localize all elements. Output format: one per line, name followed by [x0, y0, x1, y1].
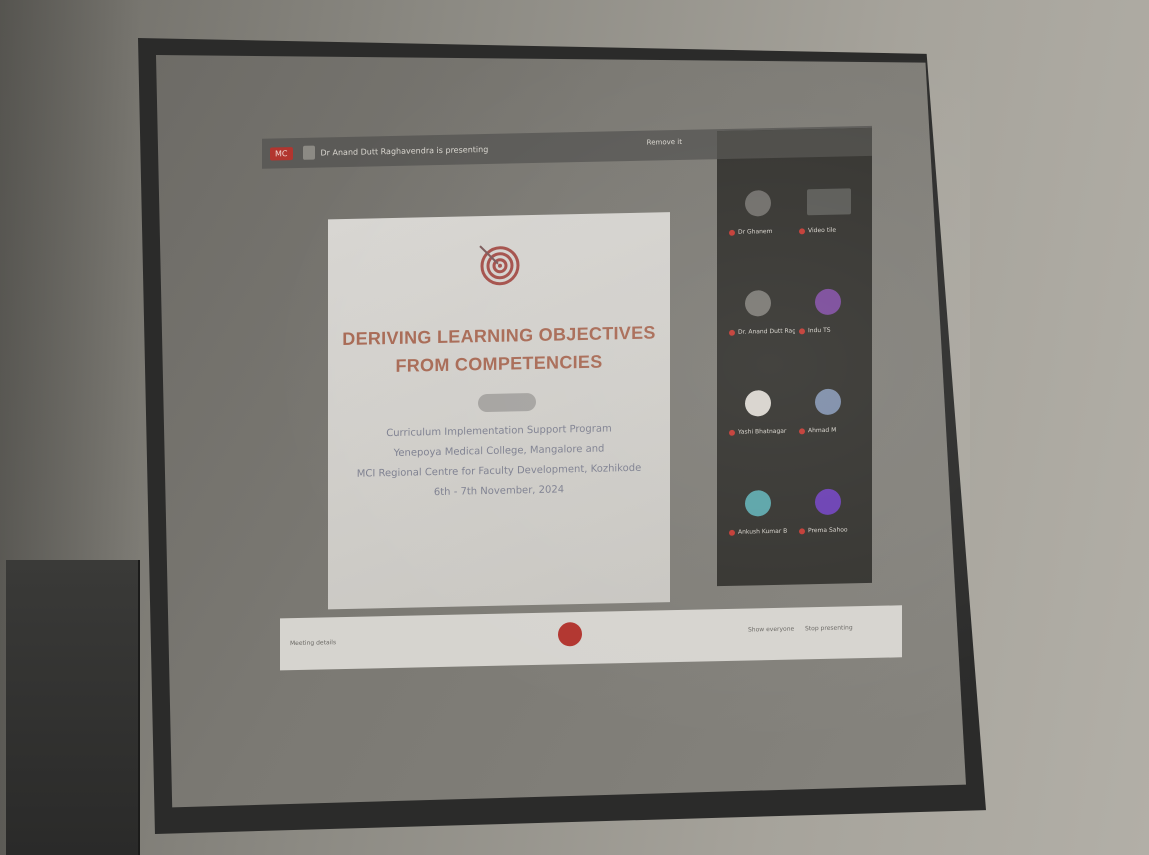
mic-muted-icon	[799, 327, 805, 334]
participant-tile[interactable]: Dr Ghanem	[725, 180, 795, 261]
avatar	[745, 190, 771, 217]
presenter-icon	[302, 145, 315, 160]
participant-name: Video tile	[808, 226, 837, 235]
meeting-details-label[interactable]: Meeting details	[290, 639, 336, 647]
projected-meeting-window: MC Dr Anand Dutt Raghavendra is presenti…	[262, 125, 902, 683]
avatar	[745, 390, 771, 417]
slide-subtitle-2: Yenepoya Medical College, Mangalore and	[393, 443, 605, 459]
mic-muted-icon	[729, 429, 735, 436]
dark-panel	[6, 560, 140, 855]
avatar	[815, 488, 841, 516]
participant-name: Indu TS	[808, 326, 831, 335]
slide-subtitle-1: Curriculum Implementation Support Progra…	[386, 423, 612, 440]
mic-muted-icon	[729, 229, 735, 236]
leave-call-button[interactable]	[558, 622, 582, 647]
show-everyone-label[interactable]: Show everyone	[748, 626, 794, 634]
avatar	[815, 388, 841, 416]
participant-name: Ahmad M	[808, 426, 837, 435]
participant-name: Yashi Bhatnagar	[738, 427, 787, 436]
slide-subtitle-3: MCI Regional Centre for Faculty Developm…	[356, 462, 642, 480]
participants-panel: Dr Ghanem Video tile Dr. Anand Dutt Ragh…	[717, 127, 872, 587]
target-icon	[479, 245, 520, 286]
mic-muted-icon	[799, 227, 805, 234]
participant-name: Ankush Kumar B	[738, 527, 788, 536]
slide-date: 6th - 7th November, 2024	[433, 484, 565, 499]
stop-presenting-label[interactable]: Stop presenting	[805, 624, 853, 632]
participant-name: Dr. Anand Dutt Raghu	[738, 327, 795, 336]
mic-muted-icon	[799, 527, 805, 534]
presenter-text: Dr Anand Dutt Raghavendra is presenting	[320, 144, 489, 157]
mic-muted-icon	[729, 529, 735, 536]
participant-tile[interactable]: Ahmad M	[795, 378, 865, 459]
slide-title-line-2: FROM COMPETENCIES	[395, 351, 603, 376]
participant-tile[interactable]: Video tile	[795, 178, 865, 259]
participant-tile[interactable]: Indu TS	[795, 278, 865, 359]
meeting-controls-bar: Meeting details Show everyone Stop prese…	[280, 605, 902, 671]
participant-name: Prema Sahoo	[808, 526, 848, 535]
participant-tile[interactable]: Ankush Kumar B	[725, 480, 795, 561]
avatar	[745, 290, 771, 317]
presentation-slide: DERIVING LEARNING OBJECTIVES FROM COMPET…	[328, 212, 670, 610]
participant-tile[interactable]: Prema Sahoo	[795, 478, 865, 559]
slide-title-line-1: DERIVING LEARNING OBJECTIVES	[342, 322, 656, 350]
mic-muted-icon	[799, 427, 805, 434]
avatar	[745, 490, 771, 517]
mic-muted-icon	[729, 329, 735, 336]
participant-tile[interactable]: Yashi Bhatnagar	[725, 380, 795, 461]
avatar	[815, 288, 841, 316]
topright-text: Remove it	[646, 137, 682, 147]
participant-name: Dr Ghanem	[738, 228, 773, 236]
participant-tile[interactable]: Dr. Anand Dutt Raghu	[725, 280, 795, 361]
participants-toolbar	[717, 127, 872, 160]
slide-pill	[478, 392, 536, 413]
avatar	[807, 188, 851, 216]
meeting-badge: MC	[270, 146, 293, 161]
